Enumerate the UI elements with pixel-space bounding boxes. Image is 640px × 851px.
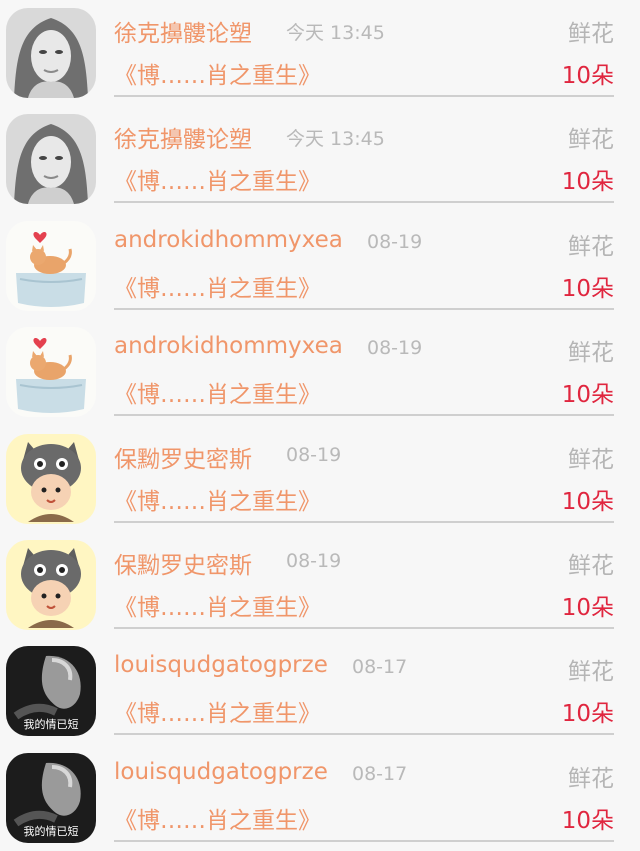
list-item[interactable]: 保黝罗史密斯 08-19 鲜花 《博……肖之重生》 10朵 [0,426,640,532]
sender-name[interactable]: 保黝罗史密斯 [114,440,252,474]
sender-name[interactable]: louisqudgatogprze [114,759,328,785]
cat-image [6,220,96,311]
gift-type: 鲜花 [568,233,614,260]
gift-type: 鲜花 [568,21,614,47]
book-title[interactable]: 《博……肖之重生》 [114,694,321,728]
cat-avatar[interactable] [6,220,96,311]
book-title[interactable]: 《博……肖之重生》 [114,588,321,622]
book-title[interactable]: 《博……肖之重生》 [114,269,321,303]
bw-photo-avatar[interactable]: 我的情已短 [6,752,96,843]
book-title[interactable]: 《博……肖之重生》 [114,375,321,409]
item-content: 徐克擤髏论塑 今天 13:45 鲜花 《博……肖之重生》 10朵 [114,0,614,97]
cartoon-avatar[interactable] [6,433,96,524]
sender-name[interactable]: 保黝罗史密斯 [114,546,252,580]
book-title[interactable]: 《博……肖之重生》 [114,56,321,90]
gift-amount: 10朵 [561,701,614,728]
bw-photo-image: 我的情已短 [6,752,96,843]
bw-photo-image: 我的情已短 [6,646,96,737]
bw-photo-avatar[interactable]: 我的情已短 [6,646,96,737]
timestamp: 08-19 [367,337,423,360]
cartoon-image [6,539,96,630]
cartoon-image [6,433,96,524]
list-item[interactable]: 徐克擤髏论塑 今天 13:45 鲜花 《博……肖之重生》 10朵 [0,106,640,212]
portrait-avatar[interactable] [6,114,96,205]
timestamp: 08-19 [286,443,342,466]
timestamp: 08-19 [286,549,342,572]
gift-amount: 10朵 [561,594,614,621]
gift-type: 鲜花 [568,127,614,154]
list-item[interactable]: 我的情已短 louisqudgatogprze 08-17 鲜花 《博……肖之重… [0,638,640,744]
gift-amount: 10朵 [561,382,614,409]
cat-image [6,327,96,418]
cat-avatar[interactable] [6,327,96,418]
book-title[interactable]: 《博……肖之重生》 [114,482,321,516]
gift-type: 鲜花 [568,765,614,792]
gift-type: 鲜花 [568,552,614,579]
sender-name[interactable]: louisqudgatogprze [114,652,328,678]
sender-name[interactable]: 徐克擤髏论塑 [114,14,252,48]
list-item[interactable]: 我的情已短 louisqudgatogprze 08-17 鲜花 《博……肖之重… [0,745,640,851]
item-content: androkidhommyxea 08-19 鲜花 《博……肖之重生》 10朵 [114,319,614,417]
gift-list: 徐克擤髏论塑 今天 13:45 鲜花 《博……肖之重生》 10朵 徐克擤髏论塑 … [0,0,640,851]
avatar-caption: 我的情已短 [24,717,79,731]
item-content: 徐克擤髏论塑 今天 13:45 鲜花 《博……肖之重生》 10朵 [114,106,614,204]
portrait-image [6,8,96,98]
gift-amount: 10朵 [561,169,614,196]
item-content: 保黝罗史密斯 08-19 鲜花 《博……肖之重生》 10朵 [114,426,614,523]
gift-amount: 10朵 [561,275,614,302]
avatar-caption: 我的情已短 [24,824,79,838]
item-content: louisqudgatogprze 08-17 鲜花 《博……肖之重生》 10朵 [114,745,614,842]
book-title[interactable]: 《博……肖之重生》 [114,801,321,835]
item-content: 保黝罗史密斯 08-19 鲜花 《博……肖之重生》 10朵 [114,532,614,629]
timestamp: 今天 13:45 [286,128,385,151]
list-item[interactable]: 徐克擤髏论塑 今天 13:45 鲜花 《博……肖之重生》 10朵 [0,0,640,106]
list-item[interactable]: androkidhommyxea 08-19 鲜花 《博……肖之重生》 10朵 [0,213,640,319]
gift-type: 鲜花 [568,446,614,473]
sender-name[interactable]: 徐克擤髏论塑 [114,120,252,154]
timestamp: 08-19 [367,230,423,253]
book-title[interactable]: 《博……肖之重生》 [114,162,321,196]
timestamp: 08-17 [352,656,408,679]
item-content: louisqudgatogprze 08-17 鲜花 《博……肖之重生》 10朵 [114,638,614,736]
list-item[interactable]: 保黝罗史密斯 08-19 鲜花 《博……肖之重生》 10朵 [0,532,640,638]
timestamp: 08-17 [352,762,408,785]
item-content: androkidhommyxea 08-19 鲜花 《博……肖之重生》 10朵 [114,213,614,310]
gift-amount: 10朵 [561,488,614,515]
sender-name[interactable]: androkidhommyxea [114,333,343,359]
timestamp: 今天 13:45 [286,22,385,44]
cartoon-avatar[interactable] [6,539,96,630]
gift-type: 鲜花 [568,659,614,686]
list-item[interactable]: androkidhommyxea 08-19 鲜花 《博……肖之重生》 10朵 [0,319,640,425]
gift-amount: 10朵 [561,807,614,834]
portrait-avatar[interactable] [6,8,96,98]
portrait-image [6,114,96,205]
sender-name[interactable]: androkidhommyxea [114,227,343,253]
gift-type: 鲜花 [568,340,614,367]
gift-amount: 10朵 [561,63,614,89]
